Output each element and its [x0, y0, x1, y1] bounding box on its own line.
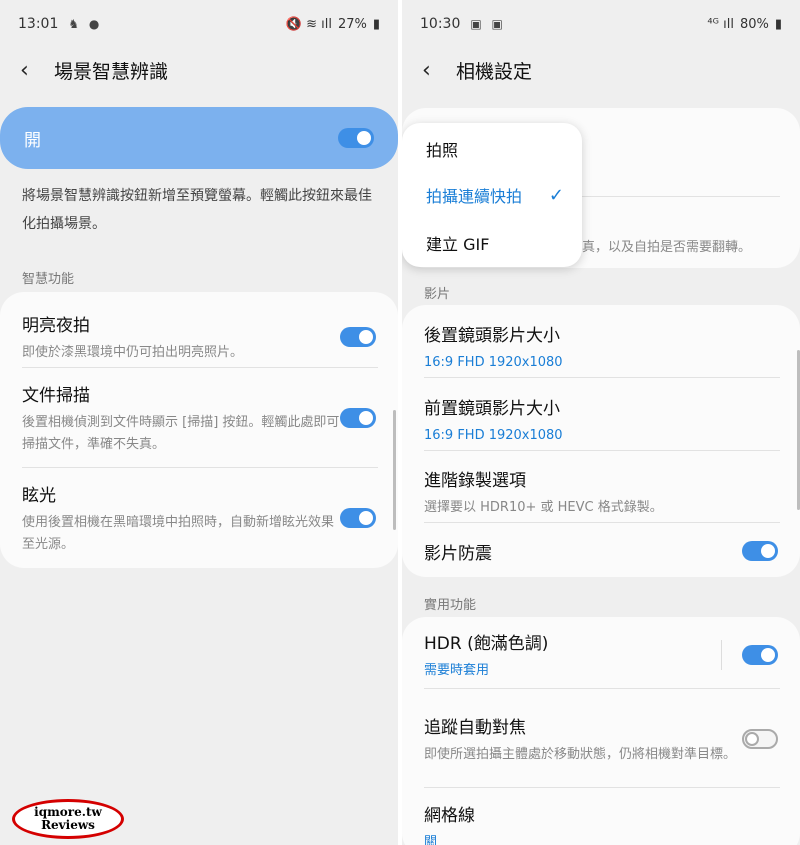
- setting-row-tracking-af[interactable]: 追蹤自動對焦 即使所選拍攝主體處於移動狀態，仍將相機對準目標。: [402, 701, 800, 777]
- setting-title: 前置鏡頭影片大小: [424, 398, 560, 419]
- app-bar: ‹ 場景智慧辨識: [0, 48, 398, 92]
- setting-value: 關: [424, 834, 438, 845]
- notification-icons: ▣ ▣: [470, 17, 506, 31]
- notification-icons: ♞ ●: [68, 17, 103, 31]
- status-bar: 10:30 ▣ ▣ ⁴ᴳ ıll 80% ▮: [402, 0, 800, 48]
- setting-row-hdr[interactable]: HDR (飽滿色調) 需要時套用: [402, 627, 800, 683]
- setting-value: 16:9 FHD 1920x1080: [424, 427, 563, 443]
- toggle-knob: [357, 509, 375, 527]
- setting-title: 明亮夜拍: [22, 315, 90, 336]
- divider: [22, 467, 378, 468]
- setting-row-advanced-recording[interactable]: 進階錄製選項 選擇要以 HDR10+ 或 HEVC 格式錄製。: [402, 462, 800, 522]
- signal-icons: 🔇 ≋ ıll: [285, 16, 332, 32]
- divider: [424, 688, 780, 689]
- page-title: 場景智慧辨識: [54, 60, 169, 83]
- app-bar: ‹ 相機設定: [402, 48, 800, 92]
- status-time: 10:30: [420, 16, 461, 32]
- watermark-logo: iqmore.tw Reviews: [12, 799, 124, 839]
- doc-scan-toggle[interactable]: [340, 408, 376, 428]
- setting-subtitle: 即使所選拍攝主體處於移動狀態，仍將相機對準目標。: [424, 746, 737, 762]
- dropdown-option-gif[interactable]: 建立 GIF: [426, 229, 564, 257]
- setting-subtitle-partial: 真，以及自拍是否需要翻轉。: [582, 240, 752, 255]
- battery-percent: 80%: [739, 16, 769, 32]
- feature-description: 將場景智慧辨識按鈕新增至預覽螢幕。輕觸此按鈕來最佳化拍攝場景。: [22, 188, 372, 232]
- vertical-separator: [721, 640, 722, 670]
- shutter-mode-dropdown: 拍照 拍攝連續快拍 ✓ 建立 GIF: [402, 123, 582, 267]
- divider: [424, 787, 780, 788]
- section-header-smart: 智慧功能: [22, 272, 75, 287]
- setting-subtitle: 選擇要以 HDR10+ 或 HEVC 格式錄製。: [424, 499, 663, 515]
- right-screen: 10:30 ▣ ▣ ⁴ᴳ ıll 80% ▮ ‹ 相機設定 真，以及自拍是否需要…: [402, 0, 800, 845]
- master-toggle[interactable]: [338, 128, 374, 148]
- toggle-knob: [759, 646, 777, 664]
- back-arrow-icon[interactable]: ‹: [20, 58, 50, 83]
- tracking-af-toggle[interactable]: [742, 729, 778, 749]
- divider: [424, 377, 780, 378]
- scrollbar[interactable]: [393, 410, 396, 530]
- status-bar: 13:01 ♞ ● 🔇 ≋ ıll 27% ▮: [0, 0, 398, 48]
- battery-icon: ▮: [774, 16, 782, 32]
- setting-title: 文件掃描: [22, 385, 90, 406]
- divider: [424, 450, 780, 451]
- setting-subtitle: 後置相機偵測到文件時顯示 [掃描] 按鈕。輕觸此處即可掃描文件，準確不失真。: [22, 414, 340, 452]
- setting-row-grid-lines[interactable]: 網格線 關: [402, 799, 800, 845]
- setting-subtitle: 使用後置相機在黑暗環境中拍照時，自動新增眩光效果至光源。: [22, 514, 335, 552]
- useful-settings-card: HDR (飽滿色調) 需要時套用 追蹤自動對焦 即使所選拍攝主體處於移動狀態，仍…: [402, 617, 800, 845]
- night-shot-toggle[interactable]: [340, 327, 376, 347]
- back-arrow-icon[interactable]: ‹: [422, 58, 452, 83]
- battery-percent: 27%: [337, 16, 367, 32]
- stabilization-toggle[interactable]: [742, 541, 778, 561]
- hdr-toggle[interactable]: [742, 645, 778, 665]
- divider: [424, 522, 780, 523]
- toggle-knob: [357, 328, 375, 346]
- setting-title: 後置鏡頭影片大小: [424, 325, 560, 346]
- section-header-useful: 實用功能: [424, 598, 477, 613]
- page-title: 相機設定: [456, 60, 533, 83]
- watermark-line2: Reviews: [41, 818, 95, 832]
- status-time: 13:01: [18, 16, 59, 32]
- setting-row-flare[interactable]: 眩光 使用後置相機在黑暗環境中拍照時，自動新增眩光效果至光源。: [0, 480, 398, 556]
- divider: [22, 367, 378, 368]
- battery-icon: ▮: [372, 16, 380, 32]
- setting-row-rear-video-size[interactable]: 後置鏡頭影片大小 16:9 FHD 1920x1080: [402, 317, 800, 377]
- setting-title: 進階錄製選項: [424, 470, 526, 491]
- checkmark-icon: ✓: [548, 184, 564, 206]
- master-switch-bar[interactable]: 開: [0, 107, 398, 169]
- divider: [582, 196, 780, 197]
- setting-title: 網格線: [424, 805, 475, 826]
- setting-title: 追蹤自動對焦: [424, 717, 526, 738]
- master-switch-label: 開: [24, 130, 41, 151]
- settings-card: 明亮夜拍 即使於漆黑環境中仍可拍出明亮照片。 文件掃描 後置相機偵測到文件時顯示…: [0, 292, 398, 568]
- toggle-knob: [759, 542, 777, 560]
- setting-row-front-video-size[interactable]: 前置鏡頭影片大小 16:9 FHD 1920x1080: [402, 390, 800, 450]
- setting-row-stabilization[interactable]: 影片防震: [402, 529, 800, 573]
- dropdown-option-photo[interactable]: 拍照: [426, 135, 564, 163]
- dropdown-option-burst[interactable]: 拍攝連續快拍 ✓: [426, 181, 564, 209]
- toggle-knob: [745, 732, 759, 746]
- toggle-knob: [357, 409, 375, 427]
- setting-value: 需要時套用: [424, 662, 490, 678]
- left-screen: 13:01 ♞ ● 🔇 ≋ ıll 27% ▮ ‹ 場景智慧辨識 開 將場景智慧…: [0, 0, 398, 845]
- dropdown-option-label: 拍攝連續快拍: [426, 187, 523, 206]
- video-settings-card: 後置鏡頭影片大小 16:9 FHD 1920x1080 前置鏡頭影片大小 16:…: [402, 305, 800, 577]
- setting-row-night[interactable]: 明亮夜拍 即使於漆黑環境中仍可拍出明亮照片。: [0, 306, 398, 368]
- setting-title: HDR (飽滿色調): [424, 633, 549, 654]
- signal-icons: ⁴ᴳ ıll: [707, 16, 734, 32]
- setting-title: 影片防震: [424, 543, 492, 564]
- flare-toggle[interactable]: [340, 508, 376, 528]
- section-header-video: 影片: [424, 287, 451, 302]
- toggle-knob: [355, 129, 373, 147]
- setting-value: 16:9 FHD 1920x1080: [424, 354, 563, 370]
- setting-row-doc-scan[interactable]: 文件掃描 後置相機偵測到文件時顯示 [掃描] 按鈕。輕觸此處即可掃描文件，準確不…: [0, 380, 398, 456]
- setting-subtitle: 即使於漆黑環境中仍可拍出明亮照片。: [22, 344, 244, 360]
- setting-title: 眩光: [22, 485, 56, 506]
